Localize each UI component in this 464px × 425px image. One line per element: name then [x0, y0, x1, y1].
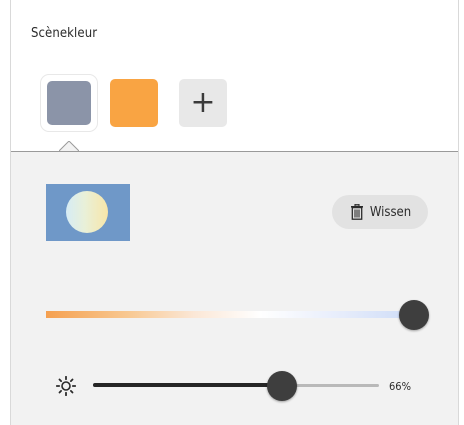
- preview-light-circle: [66, 191, 108, 233]
- plus-icon: +: [190, 85, 216, 120]
- swatch-2[interactable]: [110, 79, 158, 127]
- scene-color-panel: Scènekleur + Wissen 66%: [10, 0, 459, 425]
- sun-icon: [56, 376, 76, 396]
- swatch-1-selected[interactable]: [41, 75, 97, 131]
- brightness-slider-thumb[interactable]: [266, 371, 297, 401]
- brightness-slider-fill: [93, 383, 282, 387]
- brightness-value: 66%: [389, 380, 411, 393]
- color-temperature-slider-thumb[interactable]: [399, 300, 429, 330]
- color-preview[interactable]: [46, 184, 130, 241]
- selection-pointer: [59, 141, 79, 152]
- clear-button[interactable]: Wissen: [332, 195, 428, 229]
- add-swatch-button[interactable]: +: [179, 79, 227, 127]
- swatch-1-color: [47, 81, 91, 125]
- trash-icon: [350, 204, 363, 220]
- clear-button-label: Wissen: [369, 204, 412, 220]
- panel-title: Scènekleur: [31, 26, 98, 41]
- color-temperature-slider-track[interactable]: [46, 311, 416, 318]
- swatch-section: Scènekleur +: [11, 0, 458, 151]
